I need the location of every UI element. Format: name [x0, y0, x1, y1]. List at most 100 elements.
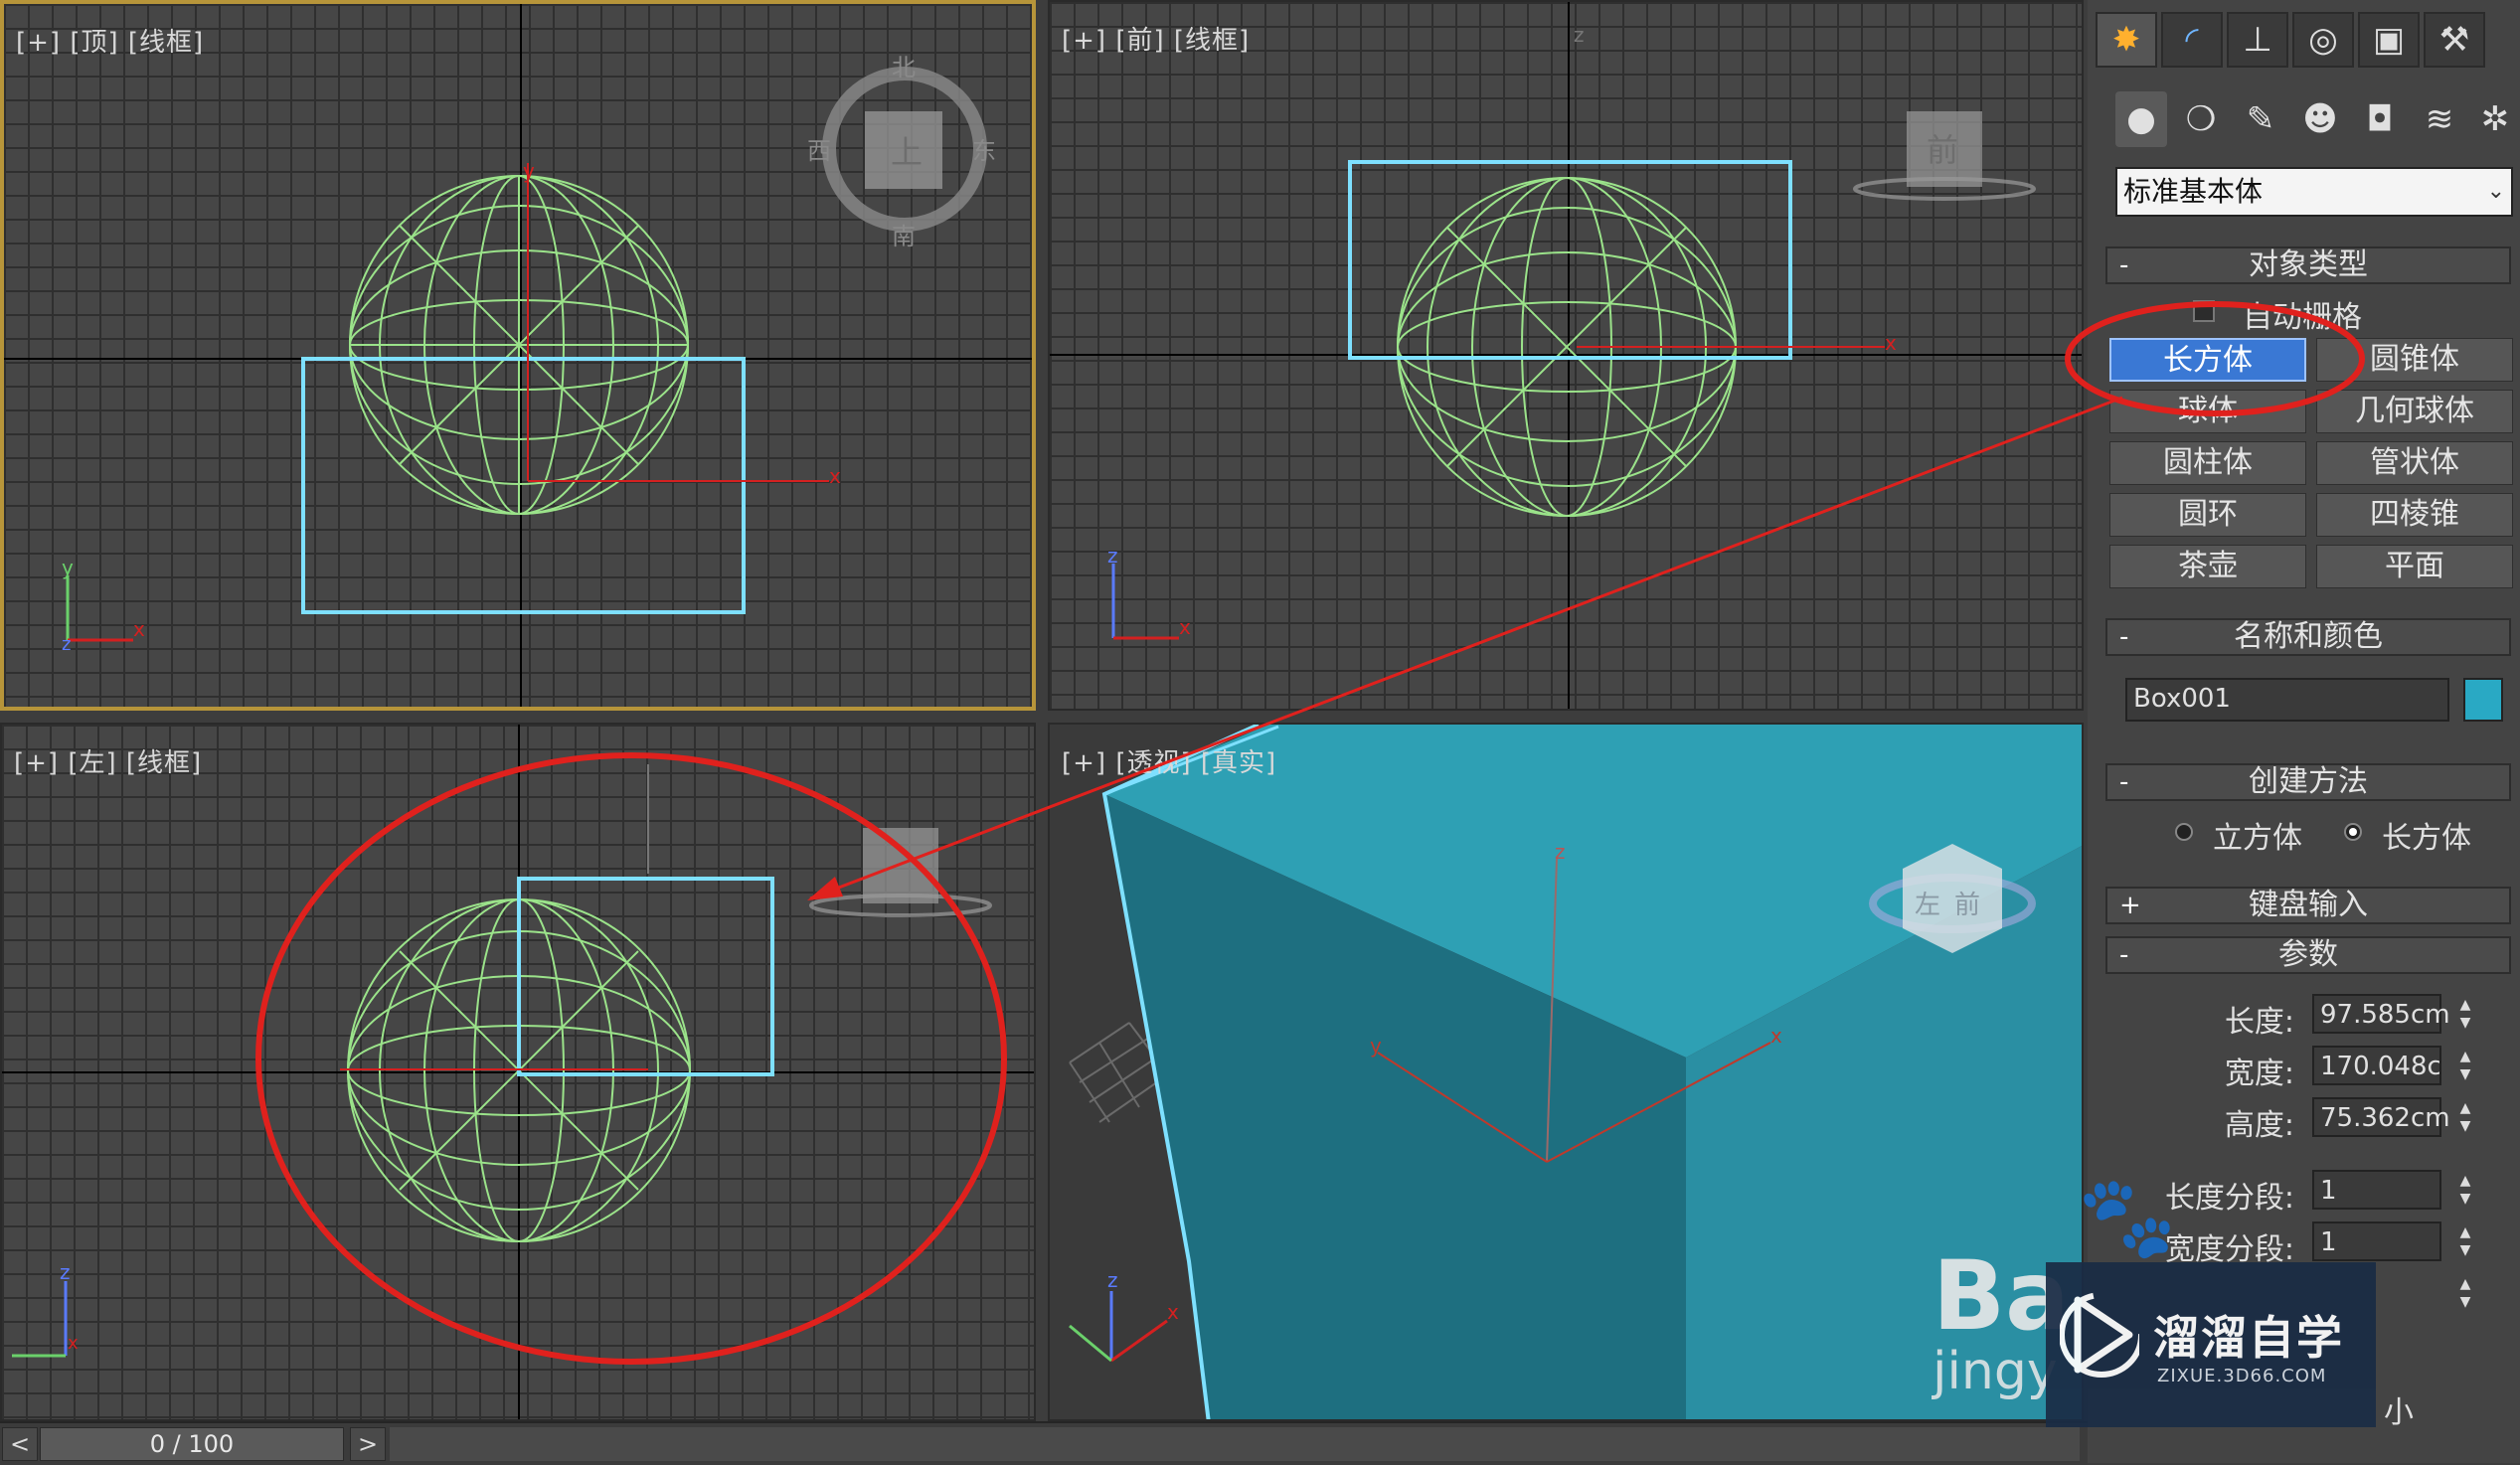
gizmo-y-label: y [523, 159, 535, 183]
timeline-prev-button[interactable]: < [2, 1427, 38, 1461]
svg-text:x: x [68, 1333, 79, 1354]
svg-text:y: y [62, 556, 74, 579]
cylinder-button[interactable]: 圆柱体 [2109, 441, 2306, 485]
width-segs-field[interactable]: 1 [2312, 1221, 2441, 1261]
length-label: 长度: [2224, 1005, 2294, 1040]
viewport-top-canvas: y x 上 北 南 东 西 y x z [4, 4, 1032, 707]
lights-icon[interactable]: ✎ [2235, 91, 2286, 147]
helpers-icon[interactable]: ◘ [2354, 91, 2406, 147]
motion-tab-icon[interactable]: ◎ [2292, 12, 2354, 68]
rollout-collapse-toggle[interactable]: - [2119, 620, 2128, 654]
svg-text:左: 左 [1915, 891, 1940, 920]
rollout-title: 对象类型 [2249, 247, 2368, 282]
viewcube-left[interactable] [809, 828, 992, 917]
svg-text:z: z [1107, 544, 1118, 568]
svg-text:x: x [133, 617, 145, 641]
width-spinner[interactable]: ▲ ▼ [2451, 1046, 2479, 1085]
viewport-label[interactable]: [+] [前] [线框] [1062, 20, 1250, 57]
time-slider[interactable]: 0 / 100 [40, 1427, 344, 1461]
timeline-track[interactable] [390, 1427, 2080, 1461]
rollout-title: 键盘输入 [2249, 888, 2368, 922]
rollout-title: 创建方法 [2249, 764, 2368, 799]
rollout-parameters[interactable]: - 参数 [2105, 936, 2511, 974]
space-warps-icon[interactable]: ≋ [2414, 91, 2465, 147]
width-segs-spinner[interactable]: ▲ ▼ [2451, 1221, 2479, 1261]
length-segs-spinner[interactable]: ▲ ▼ [2451, 1170, 2479, 1210]
rollout-collapse-toggle[interactable]: - [2119, 765, 2128, 799]
svg-text:x: x [1885, 331, 1897, 355]
create-tab-icon[interactable]: ✸ [2096, 12, 2157, 68]
viewport-label[interactable]: [+] [透视] [真实] [1062, 742, 1276, 779]
cut-off-text: 小 [2384, 1395, 2414, 1430]
object-color-swatch[interactable] [2463, 678, 2503, 722]
cube-radio-label: 立方体 [2213, 821, 2302, 856]
viewport-top[interactable]: y x 上 北 南 东 西 y x z [+] [顶] [线框] [0, 0, 1036, 711]
utilities-tab-icon[interactable]: ⚒ [2424, 12, 2485, 68]
torus-button[interactable]: 圆环 [2109, 493, 2306, 537]
rollout-keyboard-entry[interactable]: + 键盘输入 [2105, 887, 2511, 924]
viewport-left-canvas: z x [2, 725, 1034, 1419]
rollout-expand-toggle[interactable]: + [2119, 889, 2141, 922]
viewcube-top[interactable]: 上 北 南 东 西 [807, 54, 996, 250]
length-segs-field[interactable]: 1 [2312, 1170, 2441, 1210]
teapot-button[interactable]: 茶壶 [2109, 545, 2306, 588]
box-front-outline [1348, 160, 1792, 360]
sphere-wireframe [349, 175, 689, 515]
box-button[interactable]: 长方体 [2109, 338, 2306, 382]
timeline-next-button[interactable]: > [350, 1427, 386, 1461]
autogrid-checkbox[interactable] [2193, 300, 2215, 322]
viewport-perspective-canvas: z y x 左 前 z x [1050, 725, 2082, 1419]
height-field[interactable]: 75.362cm [2312, 1097, 2450, 1137]
svg-text:x: x [1770, 1024, 1782, 1048]
rollout-creation-method[interactable]: - 创建方法 [2105, 763, 2511, 801]
length-field[interactable]: 97.585cm [2312, 994, 2450, 1034]
width-field[interactable]: 170.048cr [2312, 1046, 2441, 1085]
height-segs-spinner[interactable]: ▲ ▼ [2451, 1273, 2479, 1313]
axis-tripod-top: y x z [62, 556, 145, 655]
viewport-left[interactable]: z x [+] [左] [线框] [0, 723, 1036, 1421]
play-logo-icon [2060, 1292, 2139, 1378]
svg-text:前: 前 [1927, 131, 1958, 169]
watermark-brand: 溜溜自学 [2153, 1311, 2344, 1365]
systems-icon[interactable]: ✲ [2469, 91, 2520, 147]
svg-text:z: z [62, 634, 71, 655]
viewport-label[interactable]: [+] [左] [线框] [14, 742, 202, 779]
svg-text:南: 南 [892, 223, 916, 250]
geometry-icon[interactable]: ● [2115, 91, 2167, 147]
axis-tripod-front: z x [1107, 544, 1191, 640]
category-dropdown[interactable]: 标准基本体 ⌄ [2115, 167, 2513, 217]
rollout-collapse-toggle[interactable]: - [2119, 938, 2128, 972]
hierarchy-tab-icon[interactable]: ⊥ [2227, 12, 2288, 68]
rollout-object-type[interactable]: - 对象类型 [2105, 246, 2511, 284]
viewport-label[interactable]: [+] [顶] [线框] [16, 22, 204, 59]
sphere-button[interactable]: 球体 [2109, 390, 2306, 433]
viewport-front[interactable]: x z 前 z x [+] [前] [线框] [1048, 0, 2084, 711]
svg-text:z: z [1107, 1268, 1118, 1292]
shapes-icon[interactable]: ❍ [2175, 91, 2227, 147]
modify-tab-icon[interactable]: ◜ [2161, 12, 2223, 68]
geosphere-button[interactable]: 几何球体 [2316, 390, 2513, 433]
display-tab-icon[interactable]: ▣ [2358, 12, 2420, 68]
cube-radio[interactable] [2175, 823, 2193, 841]
chevron-down-icon: ⌄ [2486, 179, 2505, 204]
rollout-name-color[interactable]: - 名称和颜色 [2105, 618, 2511, 656]
gizmo-x-label: x [829, 464, 841, 488]
axis-tripod-left: z x [12, 1260, 79, 1358]
cone-button[interactable]: 圆锥体 [2316, 338, 2513, 382]
viewport-perspective[interactable]: z y x 左 前 z x [+] [透视] [真实] [1048, 723, 2084, 1421]
watermark-url: ZIXUE.3D66.COM [2157, 1366, 2327, 1386]
rollout-collapse-toggle[interactable]: - [2119, 248, 2128, 282]
viewcube-front[interactable]: 前 [1853, 111, 2036, 201]
box-radio[interactable] [2344, 823, 2362, 841]
box-radio-label: 长方体 [2382, 821, 2471, 856]
svg-text:z: z [1574, 23, 1585, 47]
object-name-field[interactable]: Box001 [2125, 678, 2449, 722]
length-spinner[interactable]: ▲ ▼ [2451, 994, 2479, 1034]
height-spinner[interactable]: ▲ ▼ [2451, 1097, 2479, 1137]
pyramid-button[interactable]: 四棱锥 [2316, 493, 2513, 537]
tube-button[interactable]: 管状体 [2316, 441, 2513, 485]
baidu-watermark-subtext: jingy [1932, 1342, 2058, 1401]
rollout-title: 名称和颜色 [2234, 619, 2383, 654]
plane-button[interactable]: 平面 [2316, 545, 2513, 588]
cameras-icon[interactable]: ☻ [2294, 91, 2346, 147]
